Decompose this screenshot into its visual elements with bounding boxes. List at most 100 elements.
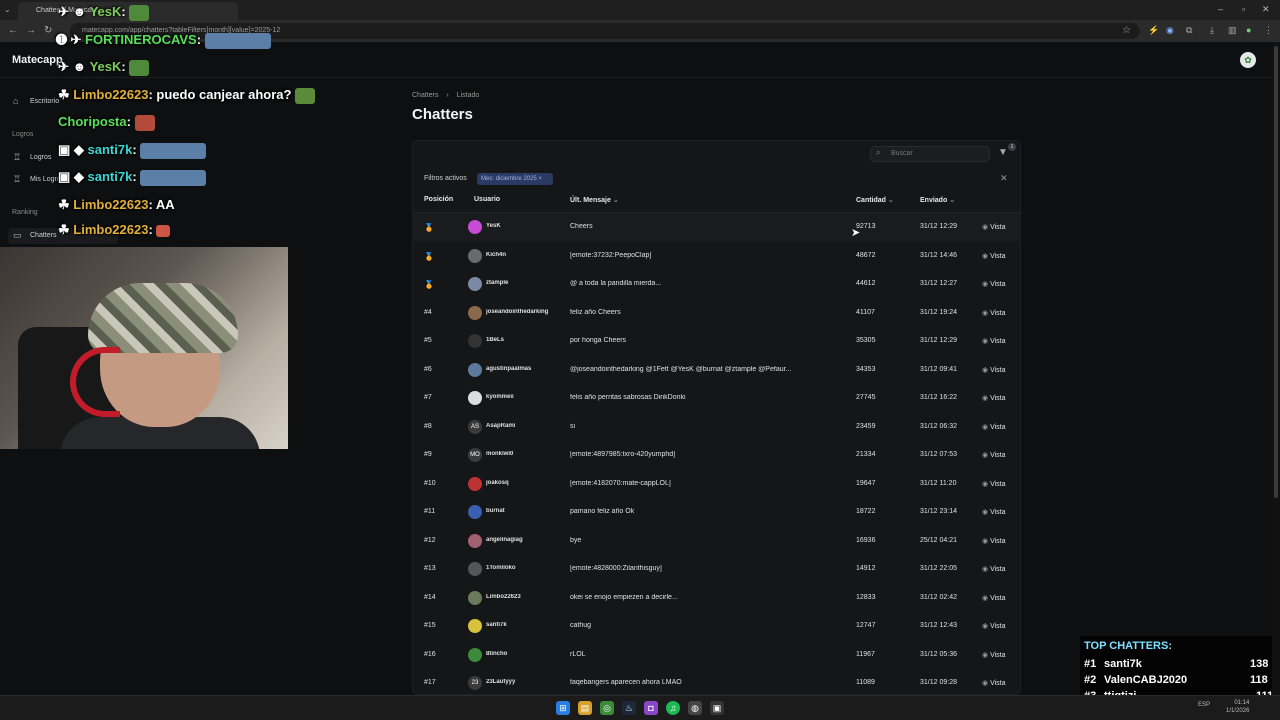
row-username[interactable]: joakosq <box>486 480 576 486</box>
table-row[interactable]: #7 kyommeii felis año perritas sabrosas Di… <box>412 384 1021 412</box>
steam-icon[interactable]: ♨ <box>622 701 636 715</box>
table-row[interactable]: 🏅 YesK Cheers 92713 31/12 12:29 ◉ Vista <box>412 213 1021 241</box>
col-header-position[interactable]: Posición <box>424 196 453 203</box>
table-row[interactable]: #16 8tincho rLOL 11967 31/12 05:36 ◉ Vista <box>412 641 1021 669</box>
col-header-sent[interactable]: Enviado ⌄ <box>920 196 955 204</box>
download-icon[interactable]: ⤓ <box>1210 25 1214 36</box>
view-button[interactable]: ◉ Vista <box>982 423 1020 431</box>
sidebar-item-logros[interactable]: Logros <box>30 154 51 161</box>
view-button[interactable]: ◉ Vista <box>982 651 1020 659</box>
view-button[interactable]: ◉ Vista <box>982 337 1020 345</box>
row-username[interactable]: YesK <box>486 223 576 229</box>
row-username[interactable]: angelinagiag <box>486 537 576 543</box>
table-row[interactable]: 🏅 Kich4n [emote:37232:PeepoClap] 48672 31/12… <box>412 242 1021 270</box>
table-row[interactable]: #13 1Tomiloko [emote:4828000:Zilanthisguy]… <box>412 555 1021 583</box>
row-username[interactable]: 8tincho <box>486 651 576 657</box>
row-username[interactable]: 23Lautyyy <box>486 679 576 685</box>
table-row[interactable]: 🏅 ztample @ a toda la pandilla mierda... 44… <box>412 270 1021 298</box>
row-username[interactable]: 1BeLs <box>486 337 576 343</box>
row-username[interactable]: Kich4n <box>486 252 576 258</box>
row-username[interactable]: Limbo22623 <box>486 594 576 600</box>
menu-dots-icon[interactable]: ⋮ <box>1264 25 1273 36</box>
chip-remove-icon[interactable]: × <box>538 176 542 182</box>
sidebar-item-chatters[interactable]: Chatters <box>30 232 56 239</box>
user-avatar[interactable]: ✿ <box>1240 52 1256 68</box>
row-username[interactable]: ztample <box>486 280 576 286</box>
table-row[interactable]: #15 santi7k cathug 12747 31/12 12:43 ◉ Vista <box>412 612 1021 640</box>
extension-icon[interactable]: ⚡ <box>1148 25 1159 36</box>
view-button[interactable]: ◉ Vista <box>982 594 1020 602</box>
bookmark-star-icon[interactable]: ☆ <box>1122 25 1131 36</box>
table-row[interactable]: #12 angelinagiag bye 16936 25/12 04:21 ◉ Vist… <box>412 527 1021 555</box>
windows-start-icon[interactable]: ⊞ <box>556 701 570 715</box>
col-header-message[interactable]: Últ. Mensaje ⌄ <box>570 196 619 204</box>
table-row[interactable]: #5 1BeLs por honga Cheers 35305 31/12 12:29 ◉… <box>412 327 1021 355</box>
reload-icon[interactable]: ↻ <box>44 25 52 36</box>
view-button[interactable]: ◉ Vista <box>982 366 1020 374</box>
col-header-quantity[interactable]: Cantidad ⌄ <box>856 196 894 204</box>
view-button[interactable]: ◉ Vista <box>982 679 1020 687</box>
minimize-icon[interactable]: – <box>1218 4 1223 14</box>
top-chatter-count: 138 <box>1250 658 1269 670</box>
chrome-icon[interactable]: ◎ <box>600 701 614 715</box>
view-button[interactable]: ◉ Vista <box>982 565 1020 573</box>
row-username[interactable]: joseandointhedarking <box>486 309 576 315</box>
view-button[interactable]: ◉ Vista <box>982 309 1020 317</box>
language-indicator[interactable]: ESP <box>1198 702 1210 708</box>
table-row[interactable]: #14 Limbo22623 okei se enojo empiezen a de… <box>412 584 1021 612</box>
spotify-icon[interactable]: ♫ <box>666 701 680 715</box>
sidebar-item-escritorio[interactable]: Escritorio <box>30 98 59 105</box>
file-explorer-icon[interactable]: ▤ <box>578 701 592 715</box>
table-row[interactable]: #9 MO monkiwi0 [emote:4897985:txro-420yumph… <box>412 441 1021 469</box>
col-header-user[interactable]: Usuario <box>474 196 500 203</box>
app-brand[interactable]: Matecapp <box>12 54 63 66</box>
eye-icon: ◉ <box>982 309 989 317</box>
view-button[interactable]: ◉ Vista <box>982 394 1020 402</box>
taskbar-clock[interactable]: 01:14 1/1/2026 <box>1226 699 1249 715</box>
clear-filters-icon[interactable]: ✕ <box>1000 173 1008 184</box>
profile-icon[interactable]: ● <box>1246 25 1251 35</box>
search-input[interactable]: Buscar <box>870 146 990 162</box>
table-row[interactable]: #11 burnat pamano feliz año Ok 18722 31/12 2… <box>412 498 1021 526</box>
table-row[interactable]: #6 agustinpaalmas @joseandointhedarking @1… <box>412 356 1021 384</box>
row-position: #6 <box>424 365 432 373</box>
view-button[interactable]: ◉ Vista <box>982 508 1020 516</box>
row-username[interactable]: santi7k <box>486 622 576 628</box>
view-button[interactable]: ◉ Vista <box>982 451 1020 459</box>
twitch-icon[interactable]: ◘ <box>644 701 658 715</box>
webcam-person-cap <box>88 283 238 353</box>
eye-icon: ◉ <box>982 281 989 288</box>
breadcrumb-root[interactable]: Chatters <box>412 92 438 99</box>
maximize-icon[interactable]: ▫ <box>1242 4 1245 14</box>
view-button[interactable]: ◉ Vista <box>982 622 1020 630</box>
extensions-puzzle-icon[interactable]: ⧉ <box>1186 25 1192 36</box>
table-row[interactable]: #10 joakosq [emote:4182070:mate-cappLOL] 19… <box>412 470 1021 498</box>
back-icon[interactable]: ← <box>8 25 18 36</box>
sidebar-icon[interactable]: ▥ <box>1228 25 1237 36</box>
row-username[interactable]: agustinpaalmas <box>486 366 576 372</box>
table-row[interactable]: #4 joseandointhedarking feliz año Cheers 41… <box>412 299 1021 327</box>
row-username[interactable]: AsapRami <box>486 423 576 429</box>
filter-chip[interactable]: Mes: diciembre 2025 × <box>477 173 553 185</box>
view-button[interactable]: ◉ Vista <box>982 223 1020 231</box>
terminal-icon[interactable]: ▣ <box>710 701 724 715</box>
row-username[interactable]: burnat <box>486 508 576 514</box>
view-button[interactable]: ◉ Vista <box>982 480 1020 488</box>
scrollbar-thumb[interactable] <box>1274 46 1278 498</box>
view-button[interactable]: ◉ Vista <box>982 537 1020 545</box>
view-button[interactable]: ◉ Vista <box>982 280 1020 288</box>
view-button[interactable]: ◉ Vista <box>982 252 1020 260</box>
extension-icon[interactable]: ◉ <box>1166 25 1174 36</box>
eye-icon: ◉ <box>982 366 989 374</box>
tab-list-icon[interactable]: ⌄ <box>4 5 11 14</box>
row-username[interactable]: kyommeii <box>486 394 576 400</box>
table-row[interactable]: #17 23 23Lautyyy faqebangers aparecen ahora… <box>412 669 1021 697</box>
forward-icon[interactable]: → <box>26 25 36 36</box>
row-username[interactable]: monkiwi0 <box>486 451 576 457</box>
app-icon[interactable]: ◍ <box>688 701 702 715</box>
row-username[interactable]: 1Tomiloko <box>486 565 576 571</box>
table-row[interactable]: #8 AS AsapRami si 23459 31/12 06:32 ◉ Vista <box>412 413 1021 441</box>
close-icon[interactable]: ✕ <box>1262 4 1270 15</box>
eye-icon: ◉ <box>982 623 989 630</box>
filter-icon[interactable]: ▼ <box>998 147 1008 158</box>
